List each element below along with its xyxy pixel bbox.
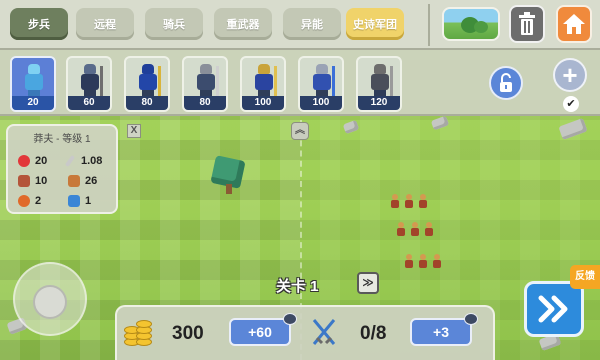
unit-name-level: 莽夫 - 等级 1 <box>33 134 91 145</box>
add-unit-button[interactable]: + <box>553 58 587 92</box>
lock-button[interactable] <box>489 66 523 100</box>
sword-icon <box>64 154 76 168</box>
unit-portrait <box>254 64 277 100</box>
enemy-soldier <box>410 222 420 236</box>
unit-cost: 20 <box>12 96 54 110</box>
unit-cost: 120 <box>358 96 400 110</box>
unit-portrait <box>196 64 219 100</box>
tab-infantry[interactable]: 步兵 <box>10 8 68 40</box>
gold-value: 300 <box>172 323 204 344</box>
category-bar: 步兵 远程 骑兵 重武器 异能 史诗军团 <box>0 0 600 50</box>
boot-icon <box>68 175 80 187</box>
enemy-soldier <box>418 194 428 208</box>
enemy-soldier <box>404 254 414 268</box>
attack-value: 10 <box>35 175 48 187</box>
unit-cost: 100 <box>300 96 342 110</box>
speed-icon <box>18 195 30 207</box>
unit-portrait <box>24 64 44 100</box>
tab-epic-legion[interactable]: 史诗军团 <box>346 8 404 40</box>
unit-card[interactable]: 120 <box>356 56 402 112</box>
unit-stats-panel: 莽夫 - 等级 1 20 1.08 10 26 2 1 <box>6 124 118 214</box>
close-stats-button[interactable]: X <box>127 124 141 138</box>
heart-icon <box>18 155 30 167</box>
enemy-soldier <box>396 222 406 236</box>
map-thumbnail-icon[interactable] <box>442 7 500 41</box>
tab-heavy-weapons[interactable]: 重武器 <box>214 8 272 40</box>
start-battle-button[interactable] <box>524 281 584 337</box>
unit-portrait <box>370 64 393 100</box>
tab-cavalry[interactable]: 骑兵 <box>145 8 203 40</box>
add-gold-button[interactable]: +60 <box>229 318 291 346</box>
unit-card[interactable]: 80 <box>182 56 228 112</box>
video-ad-icon <box>283 313 297 325</box>
add-troop-slot-button[interactable]: +3 <box>410 318 472 346</box>
crossed-swords-icon <box>312 319 336 345</box>
stat-attack-speed: 1.08 <box>64 154 103 168</box>
home-icon <box>563 14 585 34</box>
next-level-button[interactable]: ≫ <box>357 272 379 294</box>
enemy-soldier <box>432 254 442 268</box>
video-ad-icon <box>464 313 478 325</box>
enemy-soldier <box>404 194 414 208</box>
tab-ranged[interactable]: 远程 <box>76 8 134 40</box>
stat-range: 26 <box>68 174 97 188</box>
unit-card[interactable]: 60 <box>66 56 112 112</box>
stat-attack: 10 <box>18 174 47 188</box>
unit-cost: 100 <box>242 96 284 110</box>
collapse-button[interactable]: ︽ <box>291 122 309 140</box>
unit-card[interactable]: 80 <box>124 56 170 112</box>
unit-cost: 80 <box>184 96 226 110</box>
armor-value: 1 <box>85 195 92 207</box>
tab-special[interactable]: 异能 <box>283 8 341 40</box>
troop-count: 0/8 <box>360 323 387 344</box>
feedback-button[interactable]: 反馈 <box>570 265 600 289</box>
speed-value: 2 <box>35 195 42 207</box>
claw-icon <box>18 175 30 187</box>
unit-cost: 80 <box>126 96 168 110</box>
enemy-soldier <box>418 254 428 268</box>
unit-card[interactable]: 100 <box>240 56 286 112</box>
joystick-knob[interactable] <box>33 285 67 319</box>
attack-speed-value: 1.08 <box>81 155 103 167</box>
divider <box>428 4 430 46</box>
unit-card[interactable]: 100 <box>298 56 344 112</box>
stat-speed: 2 <box>18 194 41 208</box>
unit-card[interactable]: 20 <box>10 56 56 112</box>
armor-icon <box>68 195 80 207</box>
home-button[interactable] <box>556 5 592 43</box>
unit-cost: 60 <box>68 96 110 110</box>
range-value: 26 <box>85 175 98 187</box>
trash-button[interactable] <box>509 5 545 43</box>
unit-portrait <box>80 64 103 100</box>
unit-portrait <box>138 64 161 100</box>
stat-armor: 1 <box>68 194 91 208</box>
check-icon[interactable]: ✔ <box>563 96 579 112</box>
level-label: 关卡 1 <box>276 278 319 295</box>
trash-icon <box>519 12 535 35</box>
double-chevron-right-icon <box>538 295 568 323</box>
gold-coins-icon <box>124 318 154 348</box>
enemy-soldier <box>424 222 434 236</box>
health-value: 20 <box>35 155 48 167</box>
unit-portrait <box>312 64 335 100</box>
lock-icon <box>500 73 512 92</box>
tree-trunk <box>226 184 232 194</box>
stat-health: 20 <box>18 154 47 168</box>
enemy-soldier <box>390 194 400 208</box>
